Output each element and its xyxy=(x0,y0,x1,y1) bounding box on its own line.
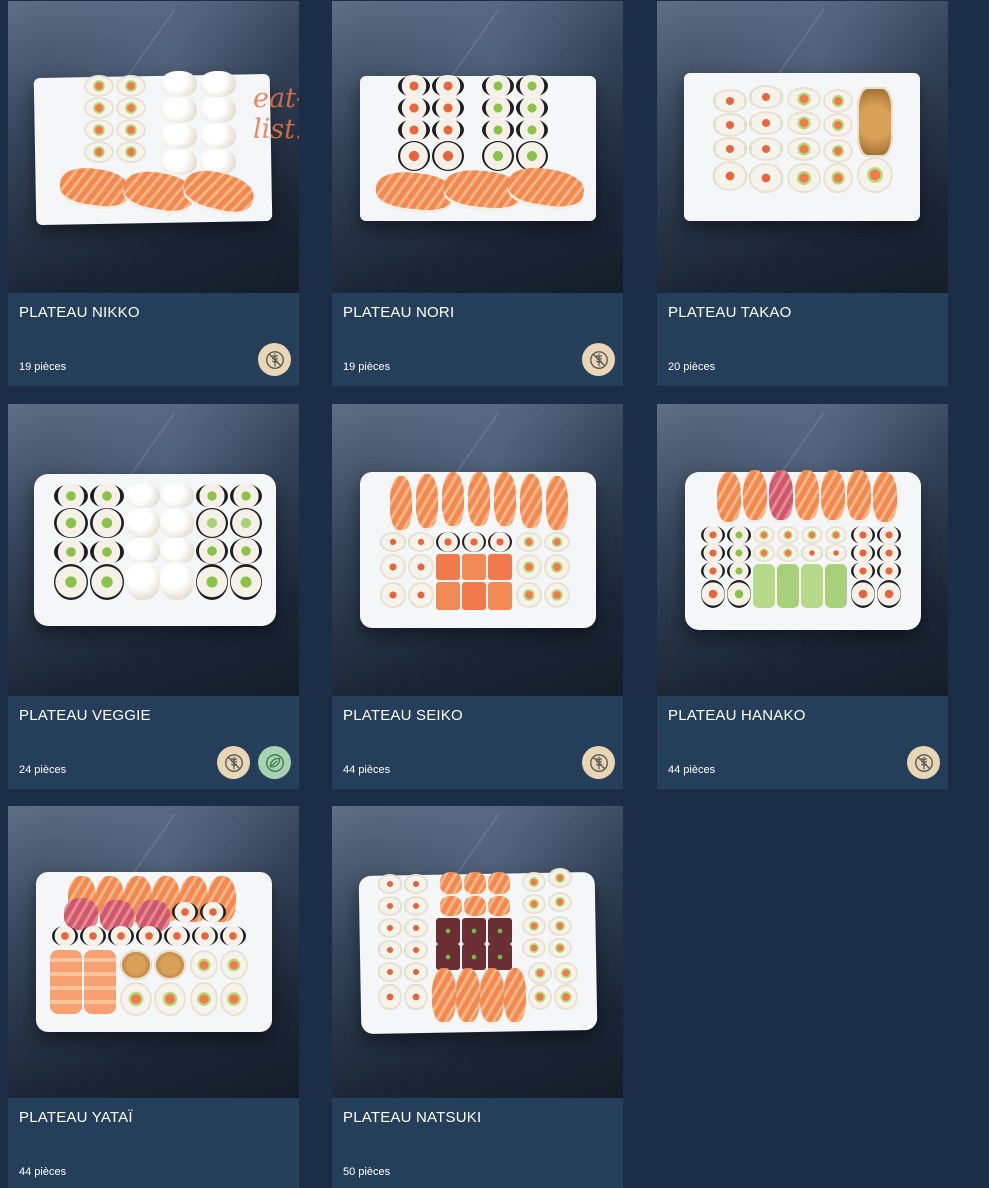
product-card-nori[interactable]: PLATEAU NORI 19 pièces xyxy=(332,1,623,386)
product-card-takao[interactable]: PLATEAU TAKAO 20 pièces xyxy=(657,1,948,386)
product-piece-count: 19 pièces xyxy=(343,361,391,373)
product-title[interactable]: PLATEAU YATAÏ xyxy=(19,1109,133,1126)
product-card-veggie[interactable]: PLATEAU VEGGIE 24 pièces xyxy=(8,404,299,789)
product-piece-count: 19 pièces xyxy=(19,361,67,373)
product-title[interactable]: PLATEAU NIKKO xyxy=(19,304,140,321)
badge-group xyxy=(582,343,615,376)
product-title[interactable]: PLATEAU SEIKO xyxy=(343,707,463,724)
gluten-free-icon xyxy=(907,746,940,779)
product-photo[interactable] xyxy=(8,404,299,696)
product-photo[interactable] xyxy=(332,806,623,1098)
product-card-yatai[interactable]: PLATEAU YATAÏ 44 pièces xyxy=(8,806,299,1188)
product-piece-count: 44 pièces xyxy=(668,764,716,776)
product-title[interactable]: PLATEAU HANAKO xyxy=(668,707,806,724)
product-piece-count: 50 pièces xyxy=(343,1166,391,1178)
product-card-hanako[interactable]: PLATEAU HANAKO 44 pièces xyxy=(657,404,948,789)
product-piece-count: 44 pièces xyxy=(343,764,391,776)
product-photo[interactable] xyxy=(8,1,299,293)
product-photo[interactable] xyxy=(332,1,623,293)
vegetarian-leaf-icon xyxy=(258,746,291,779)
badge-group xyxy=(907,746,940,779)
badge-group xyxy=(258,343,291,376)
product-photo[interactable] xyxy=(332,404,623,696)
product-card-nikko[interactable]: PLATEAU NIKKO 19 pièces eat-list.fr xyxy=(8,1,299,386)
badge-group xyxy=(582,746,615,779)
product-photo[interactable] xyxy=(657,404,948,696)
gluten-free-icon xyxy=(582,746,615,779)
product-piece-count: 44 pièces xyxy=(19,1166,67,1178)
product-grid: PLATEAU NIKKO 19 pièces eat-list.fr xyxy=(0,0,989,1188)
gluten-free-icon xyxy=(258,343,291,376)
badge-group xyxy=(217,746,291,779)
product-photo[interactable] xyxy=(657,1,948,293)
product-piece-count: 20 pièces xyxy=(668,361,716,373)
product-title[interactable]: PLATEAU VEGGIE xyxy=(19,707,151,724)
product-title[interactable]: PLATEAU TAKAO xyxy=(668,304,791,321)
gluten-free-icon xyxy=(217,746,250,779)
product-title[interactable]: PLATEAU NORI xyxy=(343,304,454,321)
product-card-natsuki[interactable]: PLATEAU NATSUKI 50 pièces xyxy=(332,806,623,1188)
product-title[interactable]: PLATEAU NATSUKI xyxy=(343,1109,481,1126)
product-card-seiko[interactable]: PLATEAU SEIKO 44 pièces xyxy=(332,404,623,789)
product-piece-count: 24 pièces xyxy=(19,764,67,776)
watermark-text: eat-list.fr xyxy=(253,83,299,145)
product-photo[interactable] xyxy=(8,806,299,1098)
gluten-free-icon xyxy=(582,343,615,376)
